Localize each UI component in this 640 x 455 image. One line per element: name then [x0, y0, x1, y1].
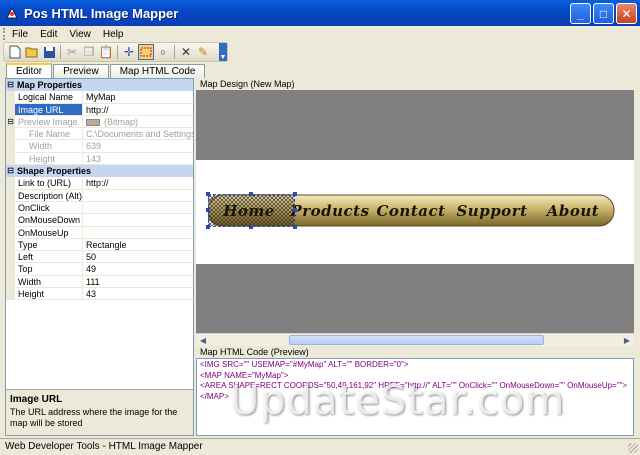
app-icon — [6, 6, 18, 19]
nav-button-support[interactable]: Support — [451, 194, 533, 227]
property-row[interactable]: Description (Alt) — [6, 189, 193, 202]
watermark: UpdateStar.com — [230, 378, 566, 424]
toolbar-separator — [117, 45, 118, 59]
status-text: Web Developer Tools - HTML Image Mapper — [5, 441, 203, 452]
map-design-canvas[interactable]: Home Products Contact Support About — [196, 90, 634, 333]
property-help-panel: Image URL The URL address where the imag… — [6, 389, 193, 435]
close-button[interactable]: ✕ — [616, 3, 637, 24]
image-properties-icon: ✎ — [197, 45, 209, 59]
category-map-properties[interactable]: ⊟ Map Properties — [6, 79, 193, 92]
resize-handle[interactable] — [249, 192, 253, 196]
property-row: File Name C:\Documents and Settings\Y — [6, 128, 193, 141]
status-bar: Web Developer Tools - HTML Image Mapper — [0, 438, 640, 455]
window-controls: _ □ ✕ — [570, 3, 637, 24]
property-row[interactable]: Link to (URL) http:// — [6, 177, 193, 190]
selected-shape-rectangle[interactable] — [208, 194, 295, 227]
toolbar: ✂ ❐ 📋 ✛ ○ ✕ ✎ ▼ — [3, 42, 228, 62]
property-row[interactable]: Logical Name MyMap — [6, 91, 193, 104]
new-file-icon — [9, 45, 21, 59]
property-row-selected[interactable]: Image URL http:// — [6, 103, 193, 116]
property-row[interactable]: OnMouseUp — [6, 226, 193, 239]
open-folder-icon — [25, 47, 38, 58]
category-shape-properties[interactable]: ⊟ Shape Properties — [6, 165, 193, 178]
resize-handle[interactable] — [249, 225, 253, 229]
save-disk-icon — [43, 46, 55, 58]
close-icon: ✕ — [621, 6, 632, 21]
html-code-title: Map HTML Code (Preview) — [196, 346, 634, 358]
cut-icon: ✂ — [66, 45, 78, 59]
toolbar-separator — [174, 45, 175, 59]
property-row[interactable]: OnMouseDown — [6, 214, 193, 227]
help-description: The URL address where the image for the … — [10, 407, 178, 428]
property-row[interactable]: OnClick — [6, 201, 193, 215]
maximize-button[interactable]: □ — [593, 3, 614, 24]
tab-preview[interactable]: Preview — [53, 64, 109, 78]
circle-tool-button[interactable]: ○ — [155, 44, 171, 60]
collapse-icon[interactable]: ⊟ — [6, 79, 15, 91]
scrollbar-thumb[interactable] — [289, 335, 544, 345]
rectangle-tool-button[interactable] — [138, 44, 154, 60]
menu-help[interactable]: Help — [97, 29, 130, 40]
map-design-title: Map Design (New Map) — [196, 78, 634, 90]
property-grid: ⊟ Map Properties Logical Name MyMap Imag… — [5, 78, 194, 436]
properties-button[interactable]: ✎ — [195, 44, 211, 60]
collapse-icon[interactable]: ⊟ — [6, 115, 15, 128]
resize-handle[interactable] — [206, 225, 210, 229]
collapse-icon[interactable]: ⊟ — [6, 165, 15, 177]
window-title: Pos HTML Image Mapper — [24, 5, 179, 21]
nav-button-contact[interactable]: Contact — [370, 194, 452, 227]
property-row: Height 143 — [6, 152, 193, 166]
bitmap-thumbnail-icon — [86, 119, 100, 127]
chevron-down-icon: ▼ — [219, 54, 227, 61]
property-row[interactable]: Left 50 — [6, 251, 193, 264]
property-row[interactable]: ⊟ Preview Image (Bitmap) — [6, 115, 193, 129]
nav-button-about[interactable]: About — [532, 194, 614, 227]
title-bar: Pos HTML Image Mapper _ □ ✕ — [0, 0, 640, 26]
resize-handle[interactable] — [293, 225, 297, 229]
toolbar-separator — [60, 45, 61, 59]
delete-x-icon: ✕ — [180, 45, 192, 59]
move-tool-button[interactable]: ✛ — [121, 44, 137, 60]
scroll-left-icon[interactable]: ◀ — [197, 335, 209, 346]
tab-editor[interactable]: Editor — [6, 63, 53, 78]
menu-file[interactable]: File — [6, 29, 34, 40]
tab-map-html-code[interactable]: Map HTML Code — [109, 64, 206, 78]
code-line: <IMG SRC="" USEMAP="#MyMap" ALT="" BORDE… — [200, 360, 409, 369]
menu-bar: File Edit View Help — [0, 26, 640, 42]
property-row[interactable]: Width 111 — [6, 275, 193, 289]
circle-icon: ○ — [160, 47, 166, 57]
resize-handle[interactable] — [206, 192, 210, 196]
menu-edit[interactable]: Edit — [34, 29, 63, 40]
resize-handle[interactable] — [293, 208, 297, 212]
copy-icon: ❐ — [83, 45, 95, 59]
cut-button[interactable]: ✂ — [64, 44, 80, 60]
paste-icon: 📋 — [98, 45, 114, 59]
property-row[interactable]: Type Rectangle — [6, 238, 193, 252]
help-title: Image URL — [10, 394, 63, 405]
toolbar-overflow-button[interactable]: ▼ — [219, 43, 227, 61]
shape-properties-list: Link to (URL) http://Description (Alt) OnC… — [6, 177, 193, 301]
property-row[interactable]: Top 49 — [6, 263, 193, 276]
new-button[interactable] — [7, 44, 23, 60]
scroll-right-icon[interactable]: ▶ — [621, 335, 633, 346]
minimize-button[interactable]: _ — [570, 3, 591, 24]
menu-view[interactable]: View — [63, 29, 97, 40]
editor-tabs: Editor Preview Map HTML Code — [6, 63, 206, 78]
rectangle-icon — [140, 47, 152, 57]
copy-button[interactable]: ❐ — [81, 44, 97, 60]
resize-handle[interactable] — [293, 192, 297, 196]
horizontal-scrollbar[interactable]: ◀ ▶ — [196, 333, 634, 346]
save-button[interactable] — [41, 44, 57, 60]
size-grip-icon[interactable] — [628, 443, 638, 453]
resize-handle[interactable] — [206, 208, 210, 212]
move-arrows-icon: ✛ — [123, 45, 135, 59]
paste-button[interactable]: 📋 — [98, 44, 114, 60]
open-button[interactable] — [24, 44, 40, 60]
maximize-icon: □ — [599, 6, 608, 21]
minimize-icon: _ — [577, 6, 584, 21]
property-row: Width 639 — [6, 140, 193, 153]
nav-button-products[interactable]: Products — [289, 194, 371, 227]
property-row[interactable]: Height 43 — [6, 288, 193, 301]
delete-button[interactable]: ✕ — [178, 44, 194, 60]
